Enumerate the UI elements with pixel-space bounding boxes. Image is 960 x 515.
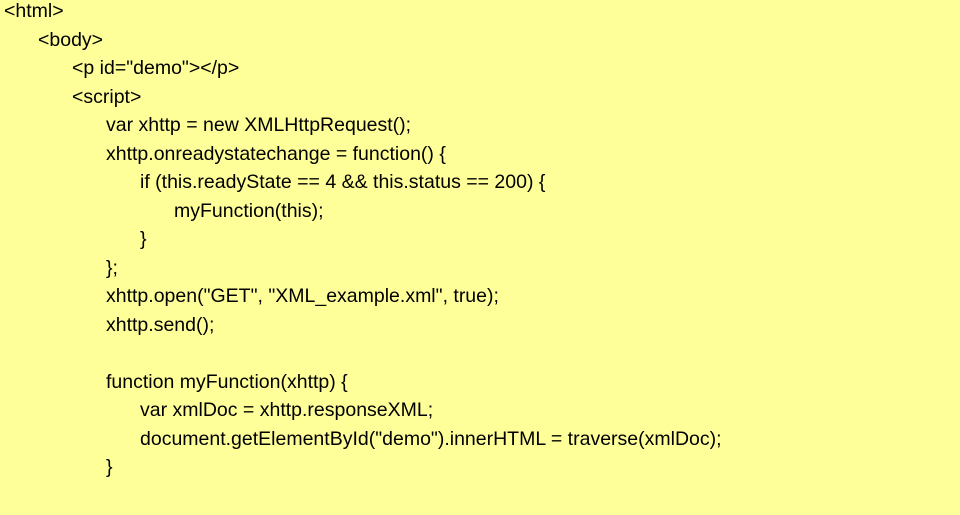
code-line: xhttp.send(); (106, 313, 215, 336)
code-line: myFunction(this); (174, 199, 324, 222)
code-line: function myFunction(xhttp) { (106, 370, 348, 393)
code-line: <p id="demo"></p> (72, 57, 240, 79)
code-line: document.getElementById("demo").innerHTM… (140, 427, 722, 450)
code-line: var xhttp = new XMLHttpRequest(); (106, 114, 412, 136)
code-line: xhttp.open("GET", "XML_example.xml", tru… (106, 285, 499, 307)
code-line: } (140, 228, 147, 250)
code-line: <html> (4, 0, 64, 22)
code-line: <body> (38, 28, 104, 51)
code-line: var xmlDoc = xhttp.responseXML; (140, 399, 434, 421)
code-line: xhttp.onreadystatechange = function() { (106, 142, 446, 165)
code-line: }; (106, 256, 118, 279)
code-block: <html> <body> <p id="demo"></p> <script> var… (0, 0, 960, 515)
code-line: } (106, 456, 113, 478)
code-line: if (this.readyState == 4 && this.status … (140, 171, 546, 193)
code-line: <script> (72, 85, 142, 108)
